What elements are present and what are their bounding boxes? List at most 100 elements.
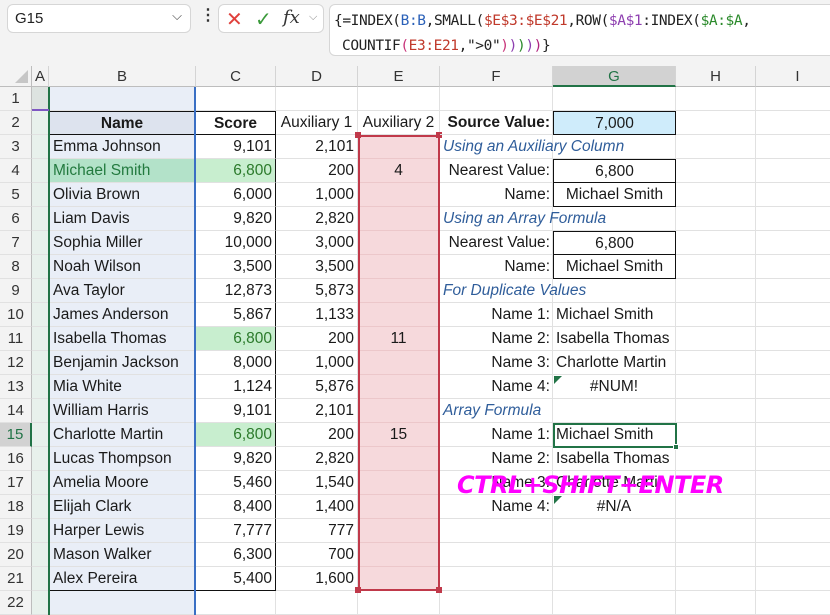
array-name-value[interactable]: Isabella Thomas [553, 447, 676, 471]
cell-a[interactable] [32, 447, 49, 471]
cell[interactable] [276, 591, 358, 615]
name-cell[interactable]: Mason Walker [49, 543, 196, 567]
cell-a[interactable] [32, 111, 49, 135]
auxiliary-1-cell[interactable]: 3,000 [276, 231, 358, 255]
row-header-21[interactable]: 21 [0, 567, 32, 591]
cell[interactable] [756, 567, 830, 591]
section-title-duplicates[interactable]: For Duplicate Values [440, 279, 586, 303]
cell[interactable] [756, 375, 830, 399]
score-cell[interactable]: 9,101 [196, 135, 276, 159]
column-header-g[interactable]: G [553, 66, 676, 87]
auxiliary-1-cell[interactable]: 1,000 [276, 183, 358, 207]
cell[interactable] [553, 519, 676, 543]
name-cell[interactable]: Elijah Clark [49, 495, 196, 519]
cell-a[interactable] [32, 591, 49, 615]
cell[interactable] [440, 567, 553, 591]
cell[interactable] [676, 183, 756, 207]
score-cell[interactable]: 12,873 [196, 279, 276, 303]
cell-a[interactable] [32, 399, 49, 423]
row-header-14[interactable]: 14 [0, 399, 32, 423]
score-cell[interactable]: 10,000 [196, 231, 276, 255]
cell-a[interactable] [32, 495, 49, 519]
name-cell[interactable]: Amelia Moore [49, 471, 196, 495]
score-cell[interactable]: 3,500 [196, 255, 276, 279]
duplicate-name-label[interactable]: Name 4: [440, 375, 553, 399]
cell-a[interactable] [32, 567, 49, 591]
row-header-5[interactable]: 5 [0, 183, 32, 207]
insert-function-icon[interactable]: fx [283, 7, 300, 28]
row-header-19[interactable]: 19 [0, 519, 32, 543]
cell[interactable] [756, 87, 830, 111]
row-header-1[interactable]: 1 [0, 87, 32, 111]
formula-input[interactable]: {=INDEX(B:B,SMALL($E$3:$E$21,ROW($A$1:IN… [329, 4, 830, 56]
cell[interactable] [756, 471, 830, 495]
row-header-22[interactable]: 22 [0, 591, 32, 615]
section-title-array-formula[interactable]: Array Formula [440, 399, 553, 423]
auxiliary-1-cell[interactable]: 200 [276, 159, 358, 183]
row-header-3[interactable]: 3 [0, 135, 32, 159]
cell[interactable] [756, 423, 830, 447]
name-cell[interactable]: Mia White [49, 375, 196, 399]
cell-a[interactable] [32, 231, 49, 255]
score-cell[interactable]: 1,124 [196, 375, 276, 399]
cell[interactable] [756, 327, 830, 351]
auxiliary-1-cell[interactable]: 2,101 [276, 135, 358, 159]
cell[interactable] [358, 87, 440, 111]
score-cell[interactable]: 8,000 [196, 351, 276, 375]
name-cell[interactable]: Harper Lewis [49, 519, 196, 543]
header-auxiliary-2[interactable]: Auxiliary 2 [358, 111, 440, 135]
cell[interactable] [676, 255, 756, 279]
score-cell[interactable]: 6,800 [196, 159, 276, 183]
row-header-11[interactable]: 11 [0, 327, 32, 351]
cell[interactable] [440, 543, 553, 567]
cell[interactable] [553, 543, 676, 567]
auxiliary-1-cell[interactable]: 5,876 [276, 375, 358, 399]
cell[interactable] [676, 231, 756, 255]
cell-a[interactable] [32, 255, 49, 279]
cell[interactable] [196, 87, 276, 111]
cell[interactable] [756, 159, 830, 183]
header-name[interactable]: Name [49, 111, 196, 135]
auxiliary-1-cell[interactable]: 777 [276, 519, 358, 543]
auxiliary-1-cell[interactable]: 700 [276, 543, 358, 567]
cell-a[interactable] [32, 279, 49, 303]
row-header-12[interactable]: 12 [0, 351, 32, 375]
fill-handle[interactable] [673, 444, 679, 450]
row-header-20[interactable]: 20 [0, 543, 32, 567]
cell[interactable] [676, 135, 756, 159]
cell-a[interactable] [32, 207, 49, 231]
name-output[interactable]: Michael Smith [553, 183, 676, 207]
cancel-icon[interactable]: ✕ [226, 7, 243, 32]
row-header-4[interactable]: 4 [0, 159, 32, 183]
cell[interactable] [756, 399, 830, 423]
name-box[interactable]: G15 ⌵ [7, 4, 191, 33]
header-score[interactable]: Score [196, 111, 276, 135]
range-handle[interactable] [355, 132, 361, 138]
row-header-6[interactable]: 6 [0, 207, 32, 231]
cell[interactable] [676, 351, 756, 375]
auxiliary-1-cell[interactable]: 2,820 [276, 447, 358, 471]
cell[interactable] [676, 423, 756, 447]
cell[interactable] [756, 111, 830, 135]
cell[interactable] [756, 279, 830, 303]
cell-a[interactable] [32, 135, 49, 159]
cell[interactable] [440, 591, 553, 615]
cell-a[interactable] [32, 471, 49, 495]
row-header-18[interactable]: 18 [0, 495, 32, 519]
score-cell[interactable]: 6,800 [196, 423, 276, 447]
array-name-label[interactable]: Name 2: [440, 447, 553, 471]
cell[interactable] [553, 399, 676, 423]
name-cell[interactable]: Ava Taylor [49, 279, 196, 303]
cell[interactable] [676, 87, 756, 111]
name-output[interactable]: Michael Smith [553, 255, 676, 279]
auxiliary-1-cell[interactable]: 3,500 [276, 255, 358, 279]
duplicate-name-label[interactable]: Name 3: [440, 351, 553, 375]
cell-a[interactable] [32, 303, 49, 327]
auxiliary-1-cell[interactable]: 200 [276, 423, 358, 447]
cell[interactable] [676, 111, 756, 135]
spreadsheet-grid[interactable]: A B C D E F G H I 1 2 3 4 5 6 7 8 9 10 11 12 13 14 15 16 17 18 19 20… [0, 66, 830, 615]
cell-a[interactable] [32, 543, 49, 567]
cell[interactable] [196, 591, 276, 615]
score-cell[interactable]: 6,000 [196, 183, 276, 207]
name-cell[interactable]: Liam Davis [49, 207, 196, 231]
